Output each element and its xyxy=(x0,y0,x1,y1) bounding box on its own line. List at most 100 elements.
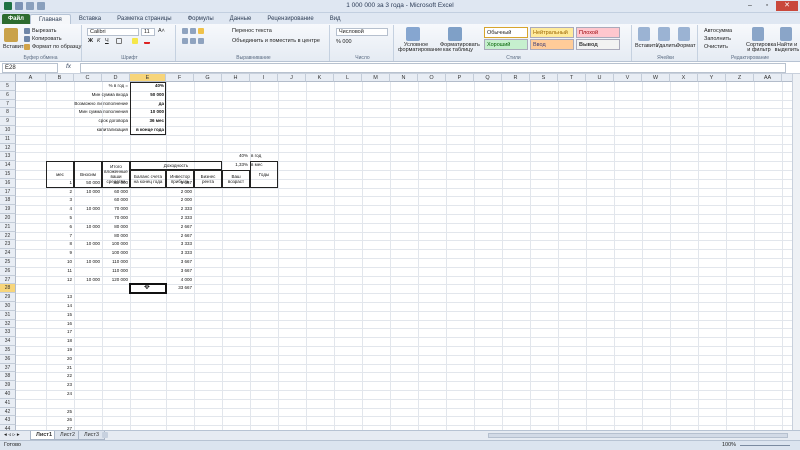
select-all-corner[interactable] xyxy=(0,74,16,82)
profit-value[interactable]: 3 333 xyxy=(167,249,192,258)
sheet-tab-3[interactable]: Лист3 xyxy=(78,431,106,440)
formula-input[interactable] xyxy=(80,63,786,73)
row-header[interactable]: 8 xyxy=(0,108,16,118)
month-number[interactable]: 1 xyxy=(47,179,72,188)
column-header[interactable]: N xyxy=(390,74,418,82)
total-value[interactable]: 70 000 xyxy=(103,205,128,214)
profit-value[interactable]: 4 000 xyxy=(167,276,192,285)
row-header[interactable]: 18 xyxy=(0,196,16,206)
paste-button[interactable]: Вставить xyxy=(3,44,26,50)
zoom-level[interactable]: 100% xyxy=(722,442,736,448)
tab-home[interactable]: Главная xyxy=(29,14,71,24)
month-number[interactable]: 3 xyxy=(47,196,72,205)
month-number[interactable]: 18 xyxy=(47,337,72,346)
row-header[interactable]: 23 xyxy=(0,240,16,250)
total-profit[interactable]: 33 667 xyxy=(167,284,192,293)
month-number[interactable]: 25 xyxy=(47,408,72,417)
row-header[interactable]: 10 xyxy=(0,126,16,135)
row-header[interactable]: 35 xyxy=(0,346,16,355)
column-header[interactable]: H xyxy=(222,74,250,82)
month-number[interactable]: 13 xyxy=(47,293,72,302)
insert-sheet-icon[interactable] xyxy=(102,432,108,438)
profit-value[interactable]: 3 333 xyxy=(167,240,192,249)
row-header[interactable]: 37 xyxy=(0,363,16,373)
column-header[interactable]: Q xyxy=(474,74,502,82)
deposit-value[interactable] xyxy=(75,232,100,241)
name-box[interactable]: E28 xyxy=(2,63,58,73)
merge-center-button[interactable]: Объединить и поместить в центре xyxy=(232,38,320,44)
paste-icon[interactable] xyxy=(4,28,18,42)
column-header[interactable]: I xyxy=(250,74,278,82)
column-header[interactable]: B xyxy=(46,74,74,82)
column-header[interactable]: O xyxy=(418,74,446,82)
row-header[interactable]: 12 xyxy=(0,143,16,153)
column-header[interactable]: V xyxy=(614,74,642,82)
row-header[interactable]: 26 xyxy=(0,266,16,276)
month-number[interactable] xyxy=(47,399,72,408)
month-number[interactable]: 16 xyxy=(47,320,72,329)
row-header[interactable]: 17 xyxy=(0,187,16,197)
deposit-value[interactable]: 10 000 xyxy=(75,188,100,197)
tab-data[interactable]: Данные xyxy=(222,14,260,24)
style-output[interactable]: Вывод xyxy=(576,39,620,50)
total-value[interactable]: 50 000 xyxy=(103,179,128,188)
profit-value[interactable]: 2 000 xyxy=(167,188,192,197)
fill-color-icon[interactable] xyxy=(132,38,138,44)
row-header[interactable]: 36 xyxy=(0,354,16,364)
month-number[interactable]: 11 xyxy=(47,267,72,276)
copy-button[interactable]: Копировать xyxy=(32,36,62,42)
align-center-icon[interactable] xyxy=(190,38,196,44)
column-header[interactable]: F xyxy=(166,74,194,82)
column-header[interactable]: X xyxy=(670,74,698,82)
month-number[interactable]: 4 xyxy=(47,205,72,214)
worksheet-grid[interactable]: ABCDEFGHIJKLMNOPQRSTUVWXYZAAAB5678910111… xyxy=(0,74,792,438)
total-value[interactable]: 60 000 xyxy=(103,188,128,197)
row-header[interactable]: 21 xyxy=(0,222,16,232)
insert-cells-button[interactable]: Вставить xyxy=(635,43,658,49)
bold-icon[interactable]: Ж xyxy=(88,38,93,44)
month-number[interactable]: 6 xyxy=(47,223,72,232)
row-header[interactable]: 11 xyxy=(0,134,16,144)
profit-value[interactable]: 2 667 xyxy=(167,232,192,241)
align-right-icon[interactable] xyxy=(198,38,204,44)
column-header[interactable]: R xyxy=(502,74,530,82)
row-header[interactable]: 29 xyxy=(0,293,16,302)
sheet-nav-icons[interactable]: ◂ ◃ ▹ ▸ xyxy=(4,432,20,438)
cut-button[interactable]: Вырезать xyxy=(32,28,56,34)
month-number[interactable]: 20 xyxy=(47,355,72,364)
month-number[interactable]: 15 xyxy=(47,311,72,320)
style-neutral[interactable]: Нейтральный xyxy=(530,27,574,38)
rate-annual-label[interactable]: в год xyxy=(251,152,276,161)
profit-value[interactable]: 3 667 xyxy=(167,267,192,276)
month-number[interactable]: 10 xyxy=(47,258,72,267)
param-label[interactable]: срок договора xyxy=(47,117,129,126)
row-header[interactable]: 7 xyxy=(0,99,16,109)
align-left-icon[interactable] xyxy=(182,38,188,44)
row-header[interactable]: 33 xyxy=(0,328,16,338)
month-number[interactable]: 23 xyxy=(47,381,72,390)
deposit-value[interactable] xyxy=(75,267,100,276)
format-cells-button[interactable]: Формат xyxy=(676,43,696,49)
total-value[interactable]: 110 000 xyxy=(103,267,128,276)
row-header[interactable]: 34 xyxy=(0,337,16,346)
month-number[interactable]: 9 xyxy=(47,249,72,258)
total-value[interactable]: 80 000 xyxy=(103,232,128,241)
row-header[interactable]: 30 xyxy=(0,302,16,311)
deposit-value[interactable] xyxy=(75,249,100,258)
profit-value[interactable]: 2 000 xyxy=(167,196,192,205)
grow-font-icon[interactable]: A˄ xyxy=(158,28,165,34)
number-format-select[interactable]: Числовой xyxy=(336,28,388,36)
column-header[interactable]: E xyxy=(130,74,166,82)
row-header[interactable]: 20 xyxy=(0,214,16,223)
column-header[interactable]: J xyxy=(278,74,306,82)
tab-view[interactable]: Вид xyxy=(322,14,349,24)
align-bottom-icon[interactable] xyxy=(198,28,204,34)
column-header[interactable]: A xyxy=(16,74,46,82)
deposit-value[interactable]: 10 000 xyxy=(75,276,100,285)
deposit-value[interactable] xyxy=(75,214,100,223)
tab-file[interactable]: Файл xyxy=(2,14,30,24)
row-header[interactable]: 15 xyxy=(0,170,16,179)
profit-value[interactable]: 3 667 xyxy=(167,258,192,267)
param-label[interactable]: Мин сумма пополнения xyxy=(47,108,128,117)
month-number[interactable]: 8 xyxy=(47,240,72,249)
